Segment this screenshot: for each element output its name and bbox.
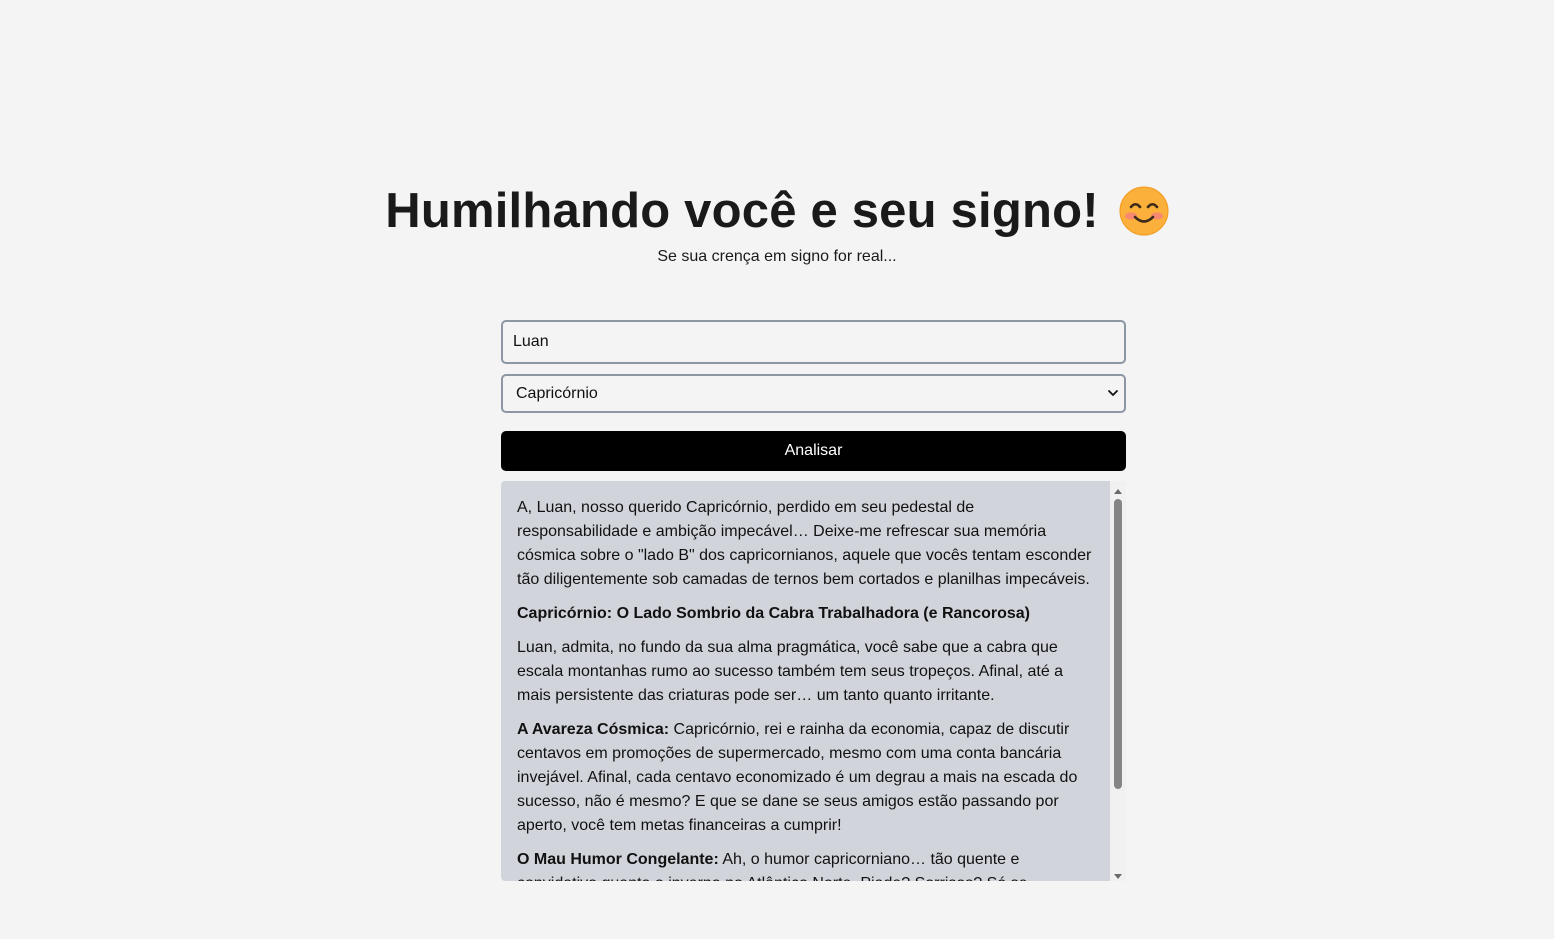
header: Humilhando você e seu signo! Se sua cren… bbox=[0, 180, 1554, 266]
chevron-down-icon bbox=[1105, 384, 1121, 402]
sign-select[interactable]: Capricórnio bbox=[501, 374, 1126, 413]
result-heading-text: Capricórnio: O Lado Sombrio da Cabra Tra… bbox=[517, 605, 1030, 622]
result-item: A Avareza Cósmica: Capricórnio, rei e ra… bbox=[517, 718, 1094, 838]
result-item-label: A Avareza Cósmica: bbox=[517, 721, 670, 738]
result-heading: Capricórnio: O Lado Sombrio da Cabra Tra… bbox=[517, 602, 1094, 626]
sign-form: Capricórnio Analisar A, Luan, nosso quer… bbox=[501, 320, 1126, 881]
scroll-up-arrow-icon[interactable] bbox=[1113, 484, 1123, 494]
scroll-down-arrow-icon[interactable] bbox=[1113, 868, 1123, 879]
name-input[interactable] bbox=[501, 320, 1126, 364]
page: Humilhando você e seu signo! Se sua cren… bbox=[0, 0, 1554, 939]
result-paragraph: A, Luan, nosso querido Capricórnio, perd… bbox=[517, 499, 1092, 588]
subtitle: Se sua crença em signo for real... bbox=[657, 248, 897, 265]
scrollbar[interactable] bbox=[1110, 481, 1126, 881]
scrollbar-thumb[interactable] bbox=[1114, 499, 1122, 789]
result-item-label: O Mau Humor Congelante: bbox=[517, 851, 719, 868]
sign-select-value: Capricórnio bbox=[516, 385, 598, 402]
result-item: O Mau Humor Congelante: Ah, o humor capr… bbox=[517, 848, 1094, 881]
page-title: Humilhando você e seu signo! bbox=[385, 184, 1099, 238]
result-panel[interactable]: A, Luan, nosso querido Capricórnio, perd… bbox=[501, 481, 1126, 881]
analyze-button[interactable]: Analisar bbox=[501, 431, 1126, 471]
title-row: Humilhando você e seu signo! bbox=[385, 180, 1169, 242]
result-text: A, Luan, nosso querido Capricórnio, perd… bbox=[501, 481, 1110, 881]
smiling-face-with-blush-icon bbox=[1119, 186, 1169, 236]
result-paragraph: Luan, admita, no fundo da sua alma pragm… bbox=[517, 639, 1064, 704]
